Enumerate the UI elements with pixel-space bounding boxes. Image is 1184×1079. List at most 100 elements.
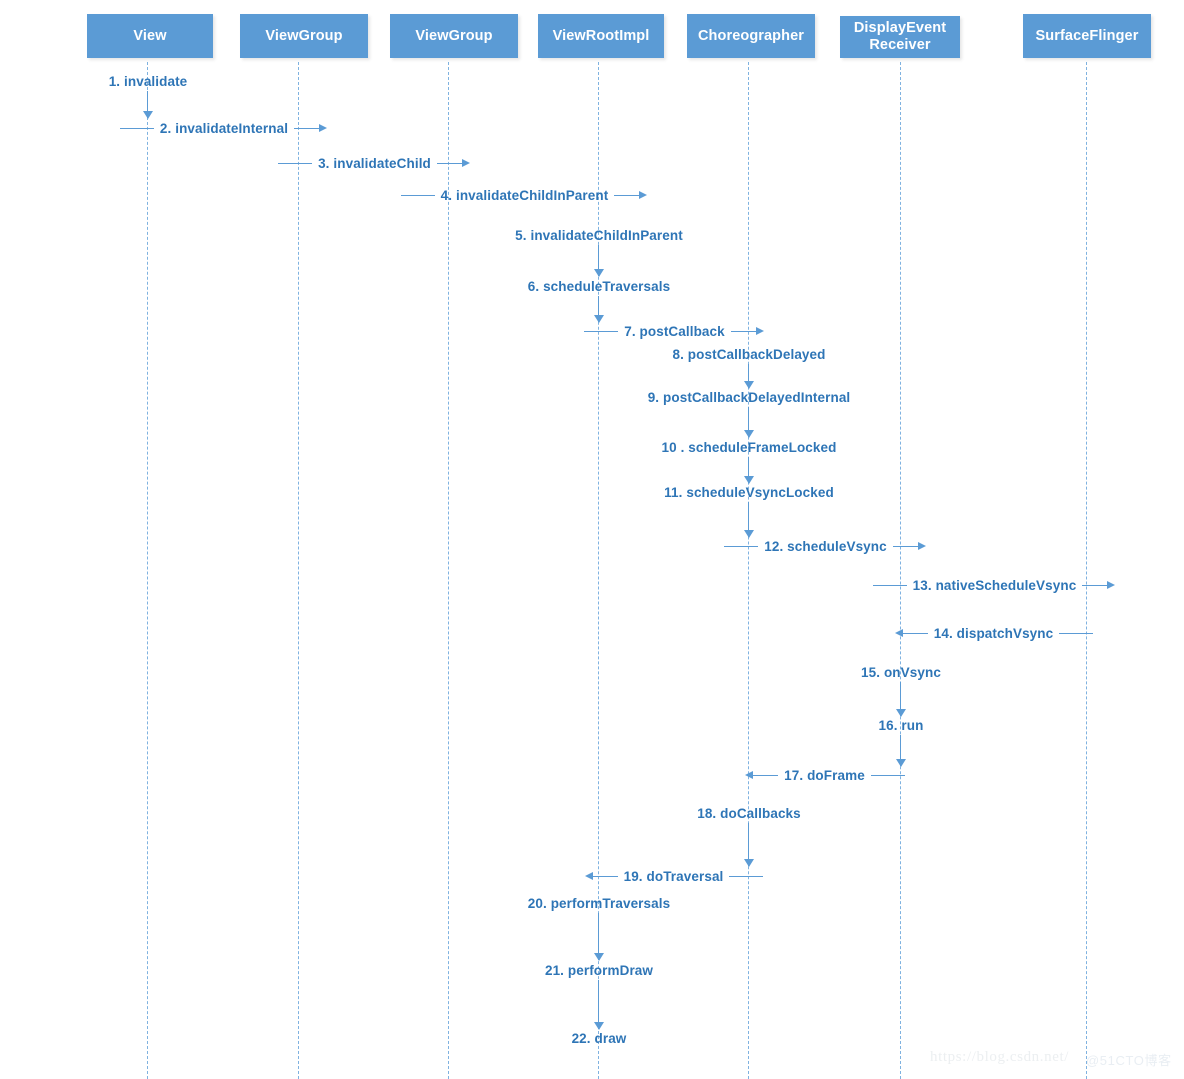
participant-label: ViewRootImpl: [552, 27, 650, 44]
message-9[interactable]: 9. postCallbackDelayedInternal: [642, 387, 857, 407]
participant-viewrootimpl[interactable]: ViewRootImpl: [538, 14, 664, 58]
message-label: 12. scheduleVsync: [764, 538, 887, 554]
message-17[interactable]: 17. doFrame: [745, 765, 905, 785]
message-connector-arrow: [895, 735, 906, 767]
message-label: 4. invalidateChildInParent: [440, 187, 609, 203]
message-line: [294, 127, 321, 129]
message-line: [119, 127, 154, 129]
message-connector-arrow: [593, 980, 604, 1030]
arrow-right-icon: [917, 542, 926, 550]
message-connector-arrow: [743, 823, 754, 867]
message-connector-arrow: [743, 457, 754, 484]
arrow-right-icon: [755, 327, 764, 335]
message-line: [591, 875, 618, 877]
watermark-url: https://blog.csdn.net/: [930, 1049, 1070, 1065]
message-14[interactable]: 14. dispatchVsync: [894, 623, 1094, 643]
participant-label: SurfaceFlinger: [1035, 27, 1139, 44]
message-line: [752, 774, 779, 776]
lifeline-displayevent: [900, 62, 901, 1079]
message-label: 3. invalidateChild: [318, 155, 431, 171]
message-22[interactable]: 22. draw: [566, 1028, 633, 1048]
participant-viewgroup1[interactable]: ViewGroup: [240, 14, 368, 58]
lifeline-viewgroup2: [448, 62, 449, 1079]
message-line: [730, 330, 757, 332]
message-8[interactable]: 8. postCallbackDelayed: [666, 344, 831, 364]
arrow-right-icon: [639, 191, 648, 199]
message-line: [724, 545, 759, 547]
message-11[interactable]: 11. scheduleVsyncLocked: [658, 482, 840, 502]
participant-label: DisplayEvent Receiver: [853, 20, 947, 53]
message-label: 22. draw: [571, 1030, 627, 1046]
message-20[interactable]: 20. performTraversals: [522, 893, 676, 913]
message-2[interactable]: 2. invalidateInternal: [119, 118, 328, 138]
message-line: [584, 330, 619, 332]
message-label: 19. doTraversal: [623, 868, 724, 884]
participant-viewgroup2[interactable]: ViewGroup: [390, 14, 518, 58]
message-21[interactable]: 21. performDraw: [539, 960, 659, 980]
message-connector-arrow: [743, 364, 754, 389]
message-connector-arrow: [142, 91, 153, 119]
participant-view[interactable]: View: [87, 14, 213, 58]
message-label: 9. postCallbackDelayedInternal: [647, 389, 851, 405]
message-connector-arrow: [593, 245, 604, 277]
message-label: 21. performDraw: [544, 962, 654, 978]
sequence-diagram-canvas: View ViewGroup ViewGroup ViewRootImpl Choreo…: [0, 0, 1184, 1079]
message-13[interactable]: 13. nativeScheduleVsync: [872, 575, 1116, 595]
watermark-badge: @51CTO博客: [1086, 1053, 1172, 1068]
message-label: 8. postCallbackDelayed: [672, 346, 826, 362]
message-connector-arrow: [895, 682, 906, 717]
message-label: 20. performTraversals: [527, 895, 671, 911]
message-line: [1082, 584, 1109, 586]
message-label: 15. onVsync: [861, 664, 941, 680]
message-6[interactable]: 6. scheduleTraversals: [522, 276, 676, 296]
participant-displayevent[interactable]: DisplayEvent Receiver: [840, 16, 960, 58]
participant-choreographer[interactable]: Choreographer: [687, 14, 815, 58]
participant-surfaceflinger[interactable]: SurfaceFlinger: [1023, 14, 1151, 58]
message-10[interactable]: 10 . scheduleFrameLocked: [656, 437, 843, 457]
message-label: 1. invalidate: [108, 73, 188, 89]
message-label: 6. scheduleTraversals: [527, 278, 671, 294]
message-label: 2. invalidateInternal: [159, 120, 289, 136]
arrow-right-icon: [319, 124, 328, 132]
message-line: [901, 632, 928, 634]
lifeline-surfaceflinger: [1086, 62, 1087, 1079]
message-line: [872, 584, 907, 586]
message-label: 7. postCallback: [624, 323, 725, 339]
message-label: 10 . scheduleFrameLocked: [661, 439, 837, 455]
message-4[interactable]: 4. invalidateChildInParent: [400, 185, 648, 205]
arrow-right-icon: [461, 159, 470, 167]
message-label: 13. nativeScheduleVsync: [912, 577, 1077, 593]
participant-label: Choreographer: [697, 27, 805, 44]
message-7[interactable]: 7. postCallback: [584, 321, 764, 341]
message-connector-arrow: [743, 407, 754, 438]
message-label: 11. scheduleVsyncLocked: [664, 484, 834, 500]
message-19[interactable]: 19. doTraversal: [584, 866, 764, 886]
participant-label: View: [133, 27, 167, 44]
message-5[interactable]: 5. invalidateChildInParent: [509, 225, 689, 245]
message-label: 14. dispatchVsync: [933, 625, 1054, 641]
message-connector-arrow: [593, 913, 604, 961]
message-12[interactable]: 12. scheduleVsync: [724, 536, 926, 556]
arrow-right-icon: [1107, 581, 1116, 589]
message-connector-arrow: [593, 296, 604, 323]
message-line: [278, 162, 313, 164]
message-18[interactable]: 18. doCallbacks: [691, 803, 807, 823]
message-label: 5. invalidateChildInParent: [515, 227, 683, 243]
participant-label: ViewGroup: [265, 27, 343, 44]
message-1[interactable]: 1. invalidate: [103, 71, 194, 91]
message-label: 16. run: [878, 717, 924, 733]
lifeline-choreographer: [748, 62, 749, 1079]
message-line: [729, 875, 764, 877]
message-3[interactable]: 3. invalidateChild: [278, 153, 470, 173]
message-line: [870, 774, 905, 776]
message-line: [614, 194, 641, 196]
lifeline-view: [147, 62, 148, 1079]
message-15[interactable]: 15. onVsync: [855, 662, 947, 682]
message-line: [1059, 632, 1094, 634]
message-16[interactable]: 16. run: [873, 715, 930, 735]
lifeline-viewgroup1: [298, 62, 299, 1079]
message-label: 17. doFrame: [784, 767, 865, 783]
message-line: [436, 162, 463, 164]
participant-label: ViewGroup: [415, 27, 493, 44]
message-line: [400, 194, 435, 196]
